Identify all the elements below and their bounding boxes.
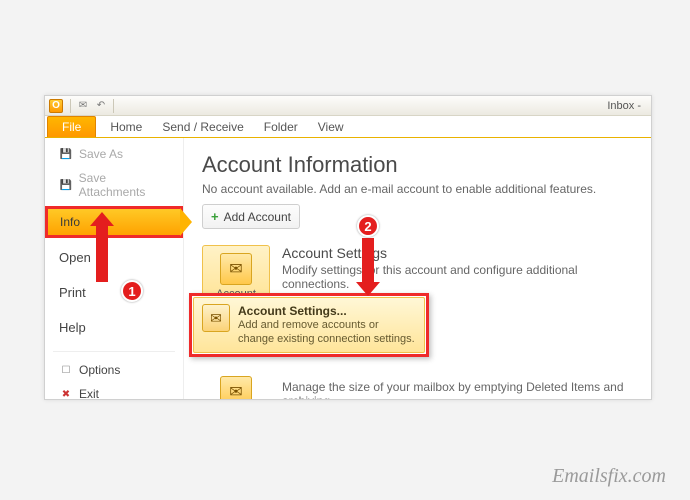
menu-item-desc: change existing connection settings. [238,333,415,346]
nav-exit[interactable]: ✖ Exit [45,382,183,400]
nav-help[interactable]: Help [45,310,183,345]
exit-icon: ✖ [59,387,73,400]
menu-item-title: Account Settings... [238,304,415,318]
nav-options[interactable]: ☐ Options [45,358,183,382]
watermark: Emailsfix.com [552,465,666,488]
tab-file[interactable]: File [47,116,96,137]
app-icon: O [49,99,63,113]
section-title: Account Settings [282,245,633,261]
separator [53,351,175,352]
backstage-nav: 💾 Save As 💾 Save Attachments Info Open P… [45,138,184,399]
options-icon: ☐ [59,363,73,377]
backstage: 💾 Save As 💾 Save Attachments Info Open P… [45,138,651,399]
callout-badge-1: 1 [121,280,143,302]
nav-label: Open [59,250,91,265]
separator [70,99,71,113]
page-title: Account Information [202,152,633,178]
nav-label: Save Attachments [79,171,173,199]
plus-icon: + [211,209,219,224]
tab-folder[interactable]: Folder [254,117,308,137]
callout-arrow-up [96,226,108,282]
nav-label: Save As [79,147,123,161]
backstage-content: Account Information No account available… [184,138,651,399]
section-description: Manage the size of your mailbox by empty… [282,380,633,399]
undo-icon[interactable]: ↶ [94,99,108,113]
ribbon-tabs: File Home Send / Receive Folder View [45,116,651,138]
cleanup-icon [220,376,252,399]
nav-save-as: 💾 Save As [45,142,183,166]
tab-home[interactable]: Home [100,117,152,137]
account-settings-icon: ✉ [202,304,230,332]
section-description: Modify settings for this account and con… [282,263,633,291]
nav-label: Info [60,215,80,229]
window-title: Inbox - [607,100,647,112]
page-subtitle: No account available. Add an e-mail acco… [202,182,633,196]
button-label: Add Account [224,210,291,224]
nav-label: Help [59,320,86,335]
menu-item-desc: Add and remove accounts or [238,319,415,332]
nav-label: Options [79,363,120,377]
nav-save-attachments: 💾 Save Attachments [45,166,183,204]
cleanup-section: Cleanup Tools ▼ Manage the size of your … [202,368,633,399]
tab-view[interactable]: View [308,117,354,137]
nav-open[interactable]: Open [45,240,183,275]
callout-arrow-down [362,238,374,282]
account-settings-dropdown: ✉ Account Settings... Add and remove acc… [189,293,429,357]
app-window: O ✉ ↶ Inbox - File Home Send / Receive F… [44,95,652,400]
title-bar: O ✉ ↶ Inbox - [45,96,651,116]
save-icon: 💾 [59,147,73,161]
account-settings-icon [220,253,252,285]
cleanup-tools-tile[interactable]: Cleanup Tools ▼ [202,368,270,399]
tab-send-receive[interactable]: Send / Receive [152,117,253,137]
send-receive-icon[interactable]: ✉ [76,99,90,113]
nav-print[interactable]: Print [45,275,183,310]
nav-label: Exit [79,387,99,400]
nav-info-selected[interactable]: Info [45,206,183,238]
account-settings-menu-item[interactable]: ✉ Account Settings... Add and remove acc… [193,297,425,353]
callout-badge-2: 2 [357,215,379,237]
add-account-button[interactable]: + Add Account [202,204,300,229]
save-icon: 💾 [59,178,73,192]
separator [113,99,114,113]
nav-label: Print [59,285,86,300]
